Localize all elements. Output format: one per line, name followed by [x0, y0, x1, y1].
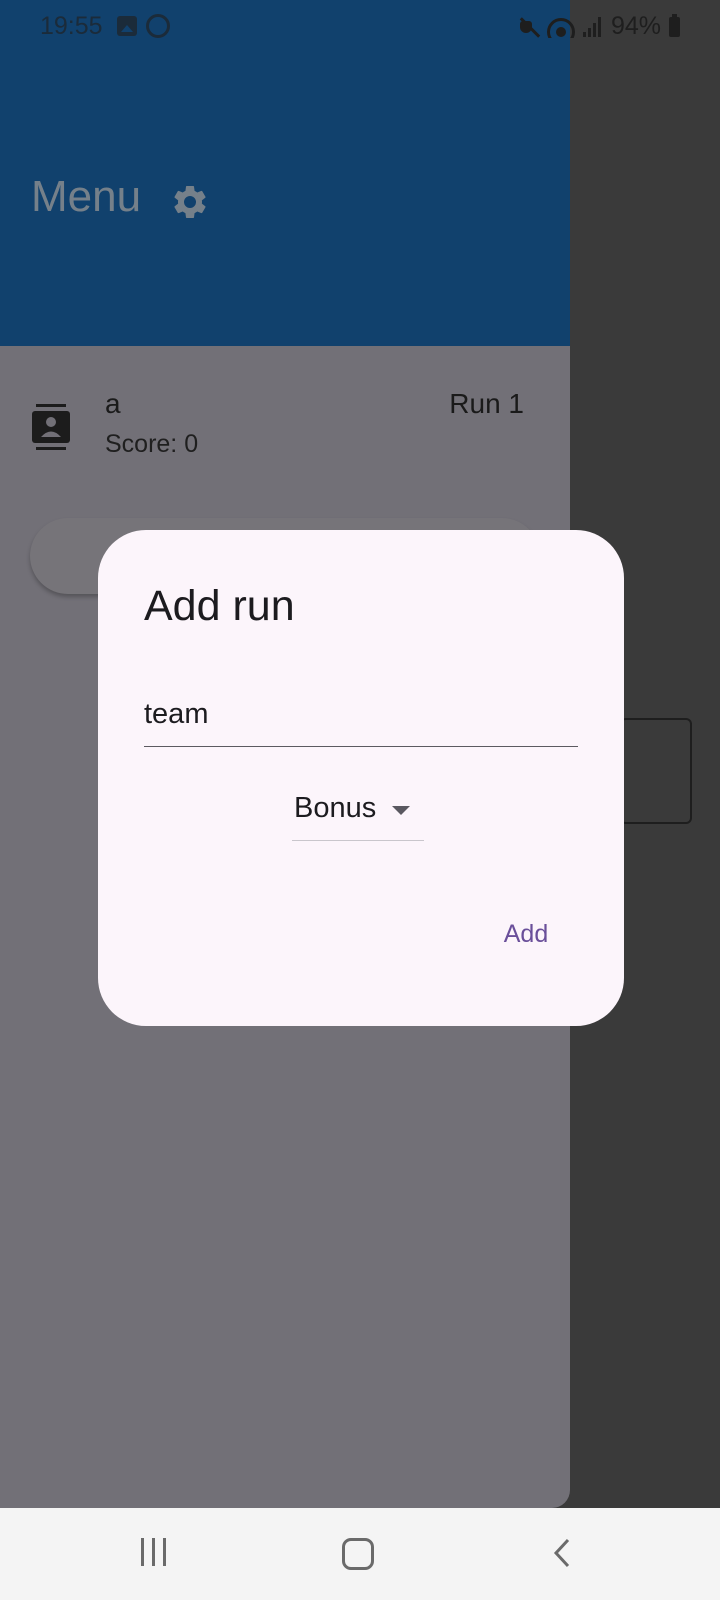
recent-apps-icon[interactable]: [141, 1538, 169, 1566]
gear-icon[interactable]: [170, 182, 210, 222]
status-time: 19:55: [40, 12, 103, 40]
item-name: a: [105, 388, 121, 419]
status-bar: 19:55 94%: [0, 0, 720, 54]
mute-icon: [517, 16, 539, 38]
dropdown-selected-value: Bonus: [294, 792, 377, 824]
status-right: 94%: [517, 12, 680, 41]
image-icon: [117, 16, 137, 36]
battery-icon: [669, 13, 680, 37]
team-input[interactable]: [144, 682, 578, 747]
home-icon[interactable]: [342, 1538, 374, 1570]
add-button[interactable]: Add: [476, 906, 576, 962]
wifi-icon: [546, 16, 575, 38]
whatsapp-icon: [146, 14, 170, 38]
background-card: [620, 718, 692, 824]
item-score: Score: 0: [105, 430, 199, 458]
navigation-bar: [0, 1508, 720, 1600]
contact-card-icon: [32, 404, 70, 450]
item-run: Run 1: [449, 388, 524, 419]
dropdown-arrow-icon: [392, 806, 410, 815]
signal-icon: [582, 16, 603, 37]
back-icon[interactable]: [552, 1538, 572, 1568]
menu-title: Menu: [31, 172, 142, 221]
add-run-dialog: Add run Bonus Add: [98, 530, 624, 1026]
run-type-dropdown[interactable]: Bonus: [292, 784, 424, 841]
dialog-title: Add run: [144, 582, 295, 630]
battery-percent: 94%: [610, 12, 661, 40]
list-item[interactable]: a Score: 0 Run 1: [0, 380, 570, 490]
